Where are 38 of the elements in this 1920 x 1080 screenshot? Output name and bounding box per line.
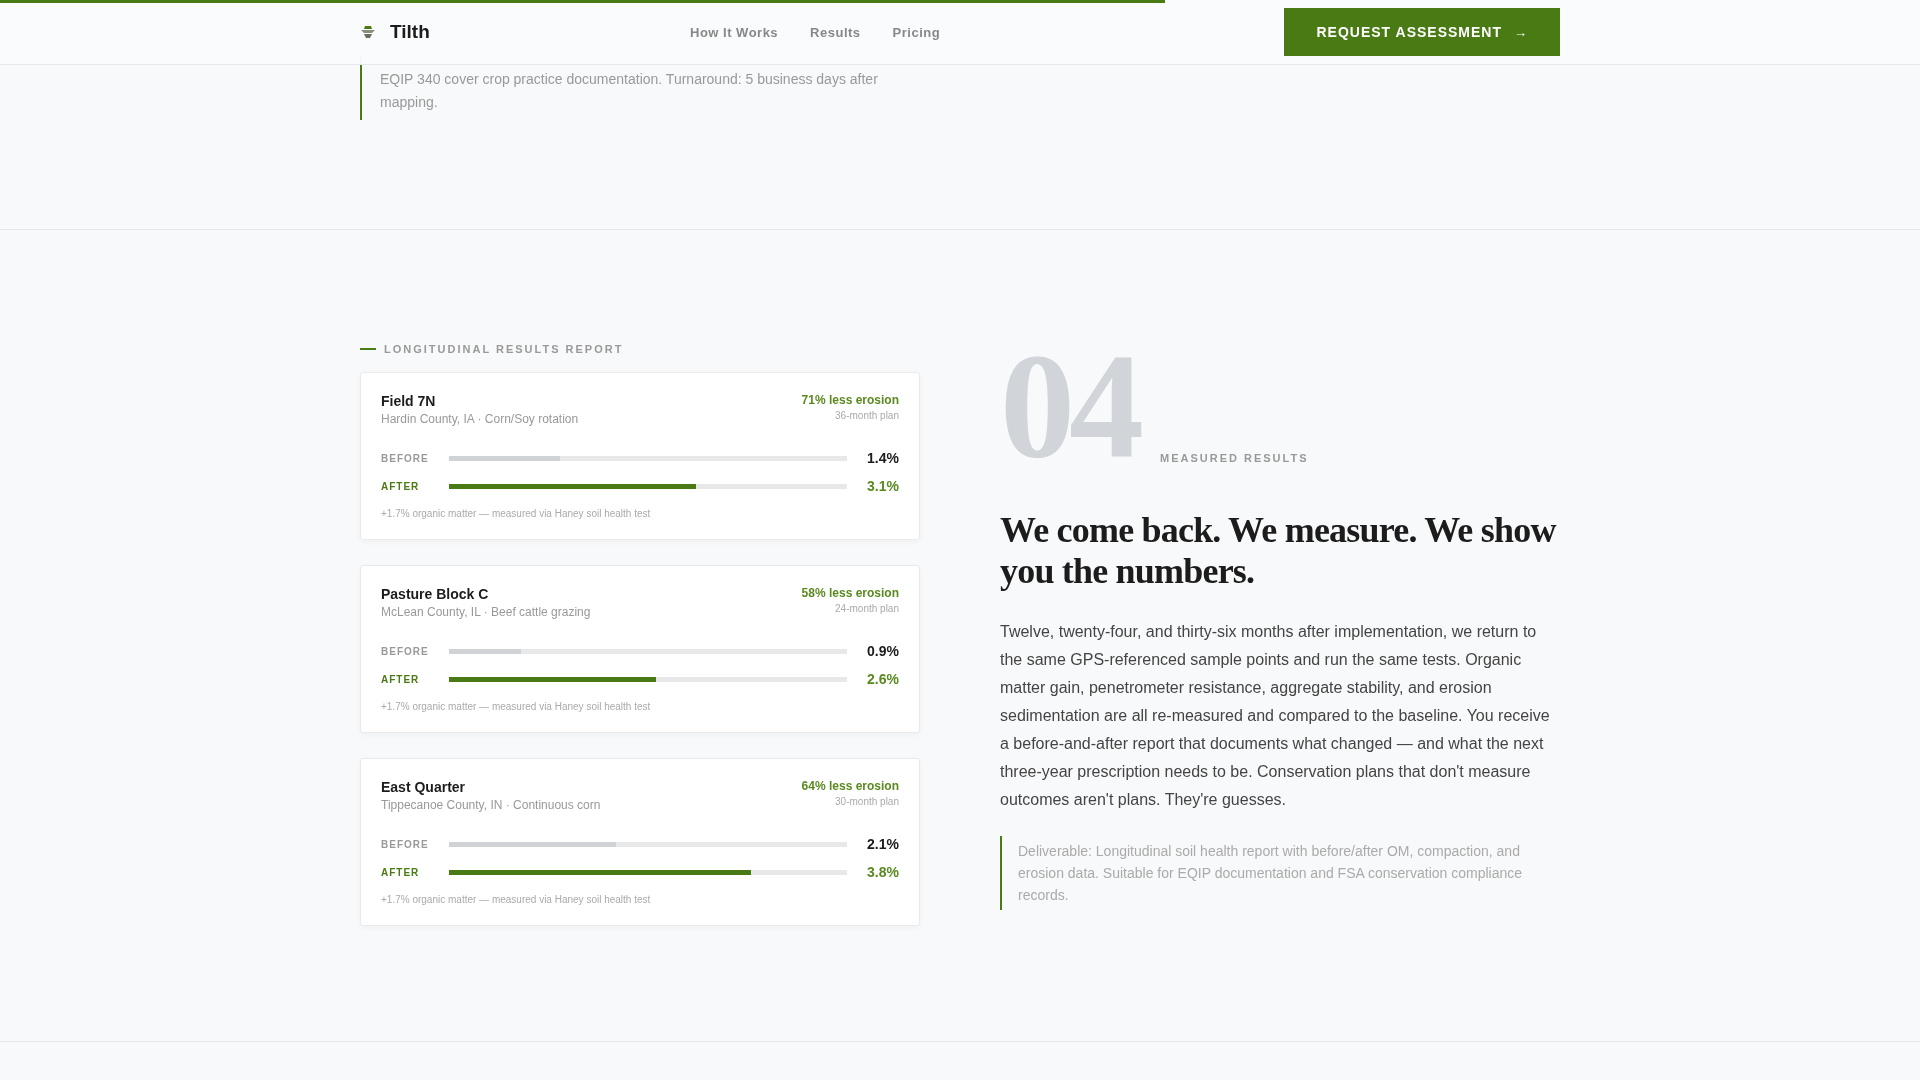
plan-duration: 36-month plan bbox=[834, 410, 899, 421]
nav-link[interactable]: Pricing bbox=[892, 24, 941, 40]
bar-label: BEFORE bbox=[381, 838, 430, 850]
nav-link[interactable]: How It Works bbox=[690, 24, 779, 40]
bar-reading: 2.1% bbox=[866, 836, 899, 852]
field-name: East Quarter bbox=[381, 779, 467, 795]
field-name: Pasture Block C bbox=[381, 586, 490, 602]
section-label: LONGITUDINAL RESULTS REPORT bbox=[384, 343, 624, 355]
card-footnote: +1.7% organic matter — measured via Haney soil health test bbox=[381, 508, 652, 519]
card-footnote: +1.7% organic matter — measured via Haney soil health test bbox=[381, 894, 652, 905]
field-location: Tippecanoe County, IN · Continuous corn bbox=[381, 798, 601, 812]
erosion-result: 64% less erosion bbox=[801, 779, 899, 793]
bar-reading: 3.8% bbox=[866, 864, 899, 880]
erosion-result: 58% less erosion bbox=[801, 586, 899, 600]
bar-label: BEFORE bbox=[381, 452, 430, 464]
plan-duration: 30-month plan bbox=[834, 796, 899, 807]
bar-reading: 3.1% bbox=[866, 478, 899, 494]
brand-name[interactable]: Tilth bbox=[390, 21, 430, 43]
bar-label: AFTER bbox=[381, 480, 421, 492]
plan-duration: 24-month plan bbox=[834, 603, 899, 614]
bar-reading: 0.9% bbox=[866, 643, 899, 659]
field-name: Field 7N bbox=[381, 393, 437, 409]
section-eyebrow: MEASURED RESULTS bbox=[1160, 452, 1309, 464]
bar-label: BEFORE bbox=[381, 645, 430, 657]
field-location: Hardin County, IA · Corn/Soy rotation bbox=[381, 412, 579, 426]
request-assessment-button[interactable]: REQUEST ASSESSMENT → bbox=[1284, 8, 1560, 56]
deliverable-note: Deliverable: Longitudinal soil health report with before/after OM, compaction, and erosion data. Suitable for EQIP documentation and FSA conservation compliance records. bbox=[1000, 836, 1560, 910]
erosion-result: 71% less erosion bbox=[801, 393, 899, 407]
bar-reading: 1.4% bbox=[866, 450, 899, 466]
section-heading: We come back. We measure. We show you the numbers. bbox=[1000, 510, 1558, 592]
body-text: Twelve, twenty-four, and thirty-six months after implementation, we return to the same GPS-referenced sample points and run the same tests. Organic matter gain, penetrometer resistance, aggregate stability, and erosion sedimentation are all re-measured and compared to the baseline. You receive a before-and-after report that documents what changed — and what the next three-year prescription needs to be. Conservation plans that don't measure outcomes aren't plans. They're guesses. bbox=[1000, 622, 1551, 810]
bar-label: AFTER bbox=[381, 673, 421, 685]
bar-reading: 2.6% bbox=[866, 671, 899, 687]
bar-label: AFTER bbox=[381, 866, 421, 878]
nav-link[interactable]: Results bbox=[810, 24, 861, 40]
card-footnote: +1.7% organic matter — measured via Haney soil health test bbox=[381, 701, 652, 712]
field-location: McLean County, IL · Beef cattle grazing bbox=[381, 605, 591, 619]
logo-icon bbox=[360, 25, 376, 39]
